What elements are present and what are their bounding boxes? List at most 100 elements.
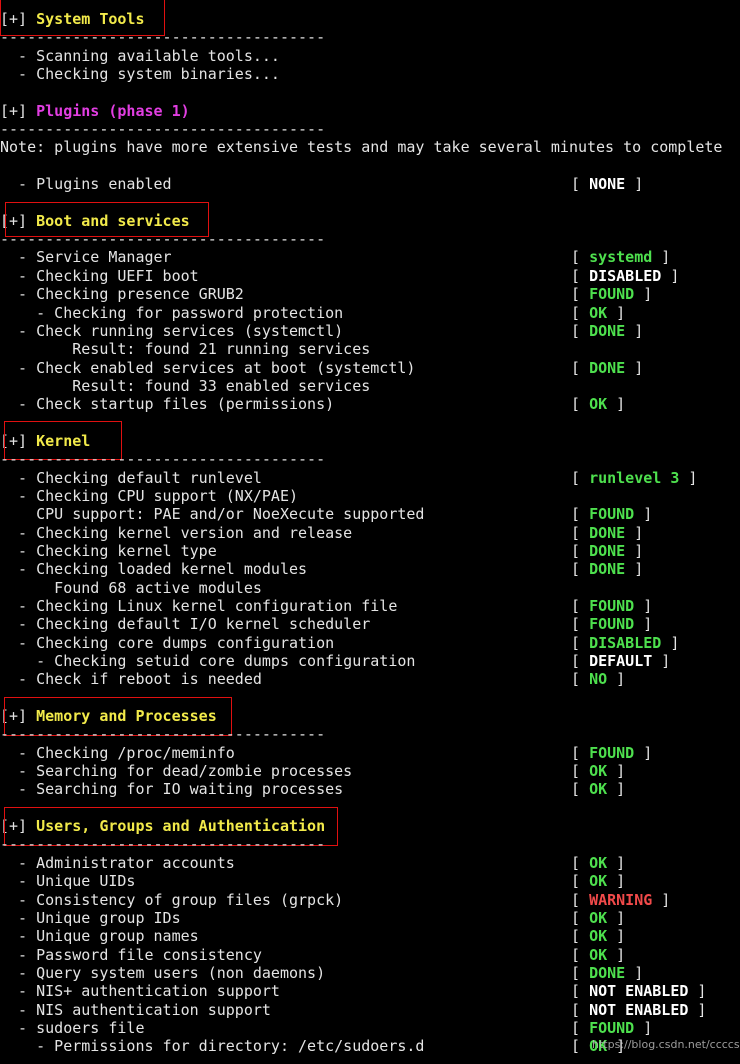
check-row: - NIS+ authentication support [ NOT ENABL… <box>0 982 740 1000</box>
check-label: - Unique UIDs <box>0 872 136 891</box>
check-row: - Searching for dead/zombie processes [ O… <box>0 762 740 780</box>
check-label: - Unique group names <box>0 927 199 946</box>
terminal-output: [+] System Tools ------------------------… <box>0 0 740 1056</box>
status-value: FOUND <box>589 743 635 762</box>
bracket-close: ] <box>634 597 653 615</box>
status-value: DONE <box>589 963 626 982</box>
check-label: - NIS authentication support <box>0 1000 271 1019</box>
bracket-close: ] <box>652 248 671 267</box>
status-value: NOT ENABLED <box>589 982 689 1001</box>
bracket-open: [ <box>571 927 590 946</box>
bracket-close: ] <box>688 982 707 1001</box>
status-badge: [ DONE ] <box>571 964 643 982</box>
bracket-open: [ <box>571 780 590 799</box>
check-label: Note: plugins have more extensive tests … <box>0 138 723 157</box>
status-value: FOUND <box>589 505 635 524</box>
bracket-open: [ <box>571 872 590 891</box>
status-value: DEFAULT <box>589 652 653 671</box>
status-value: FOUND <box>589 285 635 304</box>
section-marker: [+] <box>0 211 37 230</box>
status-value: WARNING <box>589 890 653 909</box>
bracket-open: [ <box>571 395 590 414</box>
bracket-close: ] <box>634 615 653 634</box>
bracket-close: ] <box>634 1018 653 1037</box>
bracket-open: [ <box>571 597 590 615</box>
check-label: - Consistency of group files (grpck) <box>0 890 344 909</box>
separator: ------------------------------------ <box>0 835 740 853</box>
check-label: - Checking Linux kernel configuration fi… <box>0 597 398 615</box>
status-value: runlevel 3 <box>589 468 680 487</box>
output-line: Result: found 33 enabled services <box>0 377 740 395</box>
check-row: - Plugins enabled [ NONE ] <box>0 175 740 193</box>
bracket-open: [ <box>571 633 590 652</box>
status-value: OK <box>589 395 608 414</box>
bracket-open: [ <box>571 468 590 487</box>
check-label: - Checking loaded kernel modules <box>0 560 308 579</box>
bracket-open: [ <box>571 303 590 322</box>
check-label: - Checking setuid core dumps configurati… <box>0 652 416 671</box>
check-label: - sudoers file <box>0 1018 145 1037</box>
status-badge: [ OK ] <box>571 909 625 927</box>
check-row: - Checking Linux kernel configuration fi… <box>0 597 740 615</box>
status-value: OK <box>589 872 608 891</box>
status-value: FOUND <box>589 615 635 634</box>
section-title: Kernel <box>36 431 91 450</box>
check-row: - Checking presence GRUB2 [ FOUND ] <box>0 285 740 303</box>
check-row: - Service Manager [ systemd ] <box>0 248 740 266</box>
bracket-close: ] <box>652 652 671 671</box>
check-label: - Searching for IO waiting processes <box>0 780 344 799</box>
section-marker: [+] <box>0 431 37 450</box>
check-row: - Checking core dumps configuration [ DIS… <box>0 634 740 652</box>
status-value: DONE <box>589 523 626 542</box>
status-value: OK <box>589 762 608 781</box>
bracket-open: [ <box>571 982 590 1001</box>
bracket-open: [ <box>571 853 590 872</box>
watermark: https://blog.csdn.net/ccccsy99 <box>592 1038 740 1051</box>
status-badge: [ FOUND ] <box>571 597 652 615</box>
section-marker: [+] <box>0 10 37 28</box>
check-label: - Query system users (non daemons) <box>0 963 326 982</box>
separator-dashes: ------------------------------------ <box>0 230 326 249</box>
check-row: - Checking kernel version and release [ D… <box>0 524 740 542</box>
check-label: - Checking presence GRUB2 <box>0 285 244 304</box>
section-heading: [+] Kernel <box>0 420 740 460</box>
status-badge: [ OK ] <box>571 927 625 945</box>
check-row: - Check enabled services at boot (system… <box>0 359 740 377</box>
check-label: - Checking core dumps configuration <box>0 633 335 652</box>
check-row: - Password file consistency [ OK ] <box>0 946 740 964</box>
section-marker: [+] <box>0 101 37 120</box>
separator: ------------------------------------ <box>0 28 740 46</box>
bracket-close: ] <box>688 1000 707 1019</box>
check-row: - Unique UIDs [ OK ] <box>0 872 740 890</box>
check-row: - Unique group names [ OK ] <box>0 927 740 945</box>
separator-dashes: ------------------------------------ <box>0 835 326 854</box>
output-line: Result: found 21 running services <box>0 340 740 358</box>
check-label: Result: found 21 running services <box>0 340 371 359</box>
bracket-open: [ <box>571 670 590 689</box>
status-badge: [ DONE ] <box>571 560 643 578</box>
status-value: DONE <box>589 541 626 560</box>
bracket-open: [ <box>571 560 590 579</box>
check-row: - Checking setuid core dumps configurati… <box>0 652 740 670</box>
bracket-open: [ <box>571 908 590 927</box>
check-label: - Plugins enabled <box>0 175 172 194</box>
check-label: - Permissions for directory: /etc/sudoer… <box>0 1037 425 1056</box>
section-marker: [+] <box>0 817 37 836</box>
check-label: - Scanning available tools... <box>0 46 280 65</box>
separator-dashes: ------------------------------------ <box>0 120 326 139</box>
status-value: DONE <box>589 560 626 579</box>
section-heading: [+] Users, Groups and Authentication <box>0 807 740 847</box>
bracket-close: ] <box>625 963 644 982</box>
check-label: - Checking default runlevel <box>0 468 262 487</box>
bracket-close: ] <box>661 633 680 652</box>
status-value: OK <box>589 908 608 927</box>
bracket-open: [ <box>571 175 590 194</box>
bracket-open: [ <box>571 1000 590 1019</box>
check-row: - Check if reboot is needed [ NO ] <box>0 670 740 688</box>
check-label: - Checking kernel version and release <box>0 523 353 542</box>
bracket-close: ] <box>607 927 626 946</box>
status-value: NO <box>589 670 608 689</box>
